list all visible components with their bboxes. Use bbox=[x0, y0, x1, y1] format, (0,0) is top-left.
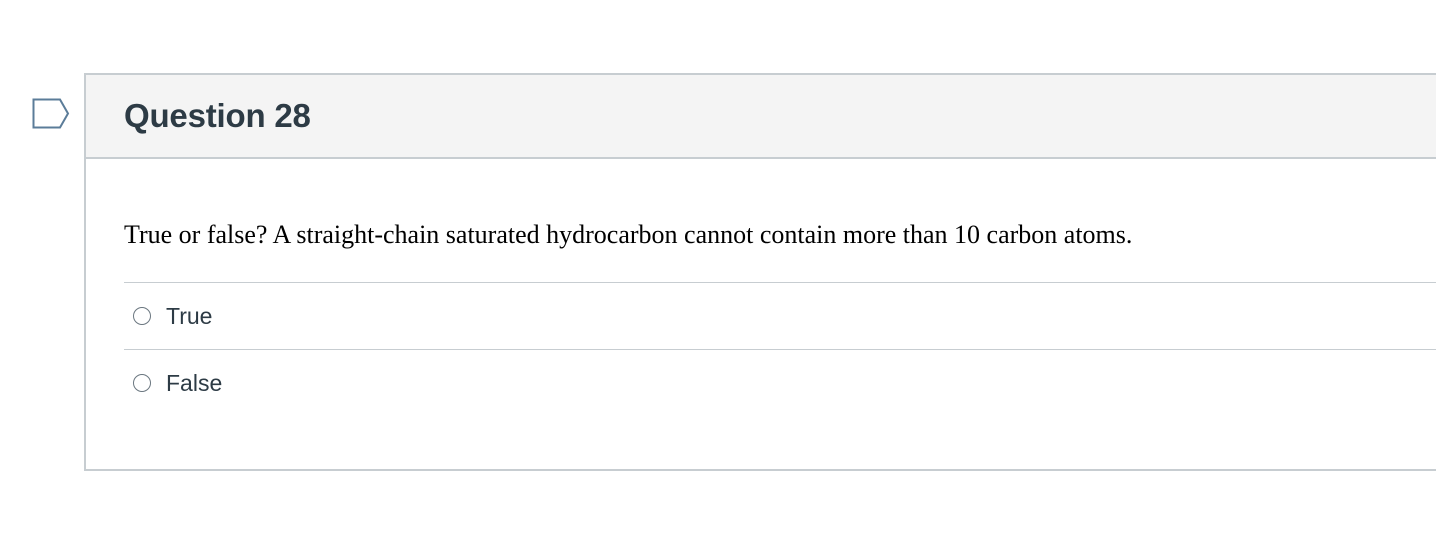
radio-button-false[interactable] bbox=[133, 374, 151, 392]
question-card: Question 28 True or false? A straight-ch… bbox=[84, 73, 1436, 471]
answer-option-true[interactable]: True bbox=[124, 282, 1436, 349]
radio-button-true[interactable] bbox=[133, 307, 151, 325]
answer-label-false: False bbox=[166, 369, 223, 396]
question-text: True or false? A straight-chain saturate… bbox=[124, 220, 1133, 249]
quiz-page: Question 28 True or false? A straight-ch… bbox=[0, 0, 1436, 546]
question-title: Question 28 bbox=[124, 97, 311, 134]
flag-question-icon[interactable] bbox=[32, 98, 70, 130]
question-header: Question 28 bbox=[86, 75, 1436, 159]
answer-option-false[interactable]: False bbox=[124, 349, 1436, 416]
answer-list: True False bbox=[124, 282, 1436, 416]
question-body: True or false? A straight-chain saturate… bbox=[86, 216, 1436, 416]
answer-label-true: True bbox=[166, 302, 213, 329]
